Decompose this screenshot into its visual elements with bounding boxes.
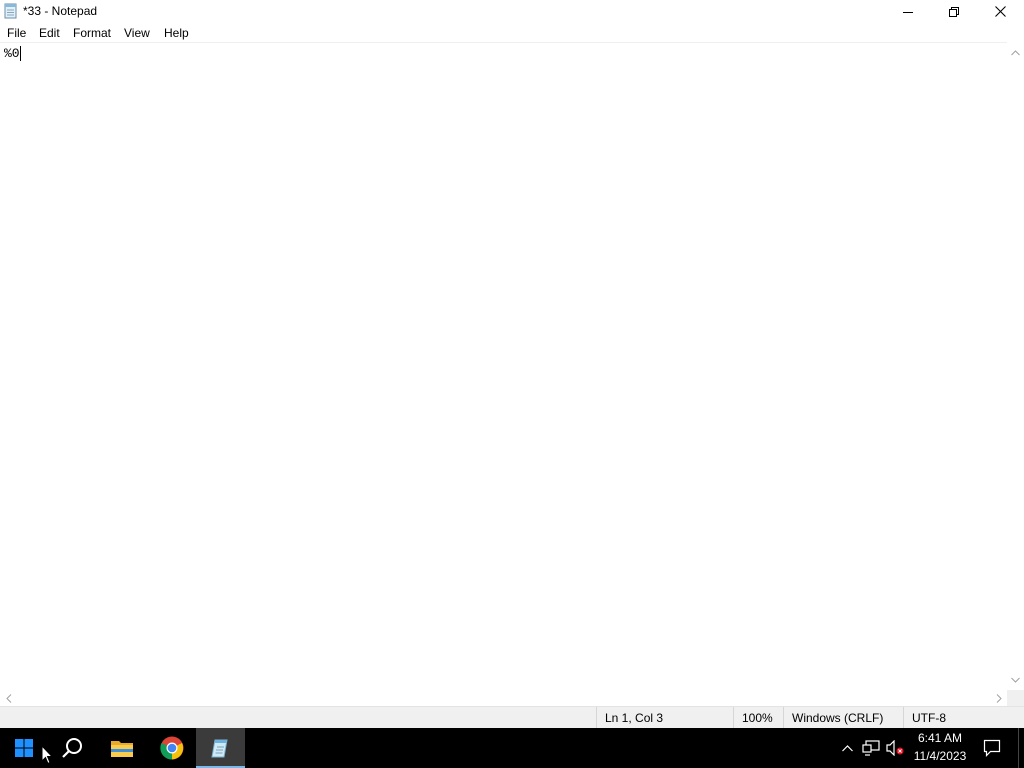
chevron-up-icon [841,744,853,751]
close-icon [994,6,1006,17]
minimize-button[interactable] [885,0,931,23]
clock-date: 11/4/2023 [913,749,967,763]
action-center-button[interactable] [976,728,1008,768]
mouse-pointer-icon [41,744,54,765]
status-line-ending: Windows (CRLF) [783,707,903,729]
horizontal-scrollbar[interactable] [0,690,1007,706]
text-caret [20,46,21,61]
network-icon [862,740,880,756]
close-button[interactable] [977,0,1023,23]
chrome-button[interactable] [148,728,196,768]
status-cursor-position: Ln 1, Col 3 [596,707,733,729]
file-explorer-button[interactable] [98,728,146,768]
chevron-left-icon [5,693,11,703]
scrollbar-corner [1007,690,1024,706]
notepad-icon [210,739,228,758]
menu-help[interactable]: Help [162,25,191,41]
scroll-up-button[interactable] [1007,44,1024,61]
status-bar: Ln 1, Col 3 100% Windows (CRLF) UTF-8 [0,706,1024,729]
chevron-up-icon [1011,49,1020,55]
editor-content: %0 [4,46,20,61]
menu-edit[interactable]: Edit [37,25,62,41]
chevron-right-icon [996,693,1002,703]
file-explorer-icon [111,741,133,757]
start-icon [15,739,33,757]
taskbar-clock[interactable]: 6:41 AM 11/4/2023 [908,728,972,768]
title-bar[interactable]: *33 - Notepad [0,0,1024,23]
menu-file[interactable]: File [5,25,28,41]
menu-view[interactable]: View [122,25,152,41]
search-button[interactable] [48,728,96,768]
show-desktop-button[interactable] [1018,728,1024,768]
notepad-taskbar-button[interactable] [196,728,245,768]
chrome-icon [160,736,184,760]
scroll-right-button[interactable] [990,690,1007,706]
chevron-down-icon [1011,677,1020,683]
minimize-icon [903,11,913,13]
menu-bar: File Edit Format View Help [0,23,1024,42]
notepad-icon [3,3,19,19]
restore-button[interactable] [931,0,977,23]
show-hidden-icons-button[interactable] [838,728,856,768]
volume-button[interactable] [884,728,906,768]
status-encoding: UTF-8 [903,707,1024,729]
scroll-left-button[interactable] [0,690,17,706]
status-zoom: 100% [733,707,783,729]
menu-format[interactable]: Format [71,25,113,41]
notification-icon [983,739,1001,757]
scroll-down-button[interactable] [1007,671,1024,688]
vertical-scrollbar[interactable] [1007,42,1024,690]
search-icon [62,738,82,758]
clock-time: 6:41 AM [917,731,963,745]
text-editor[interactable]: %0 [0,42,1007,690]
volume-muted-icon [886,740,904,756]
network-button[interactable] [860,728,882,768]
restore-icon [949,6,959,17]
window-title: *33 - Notepad [23,4,98,18]
